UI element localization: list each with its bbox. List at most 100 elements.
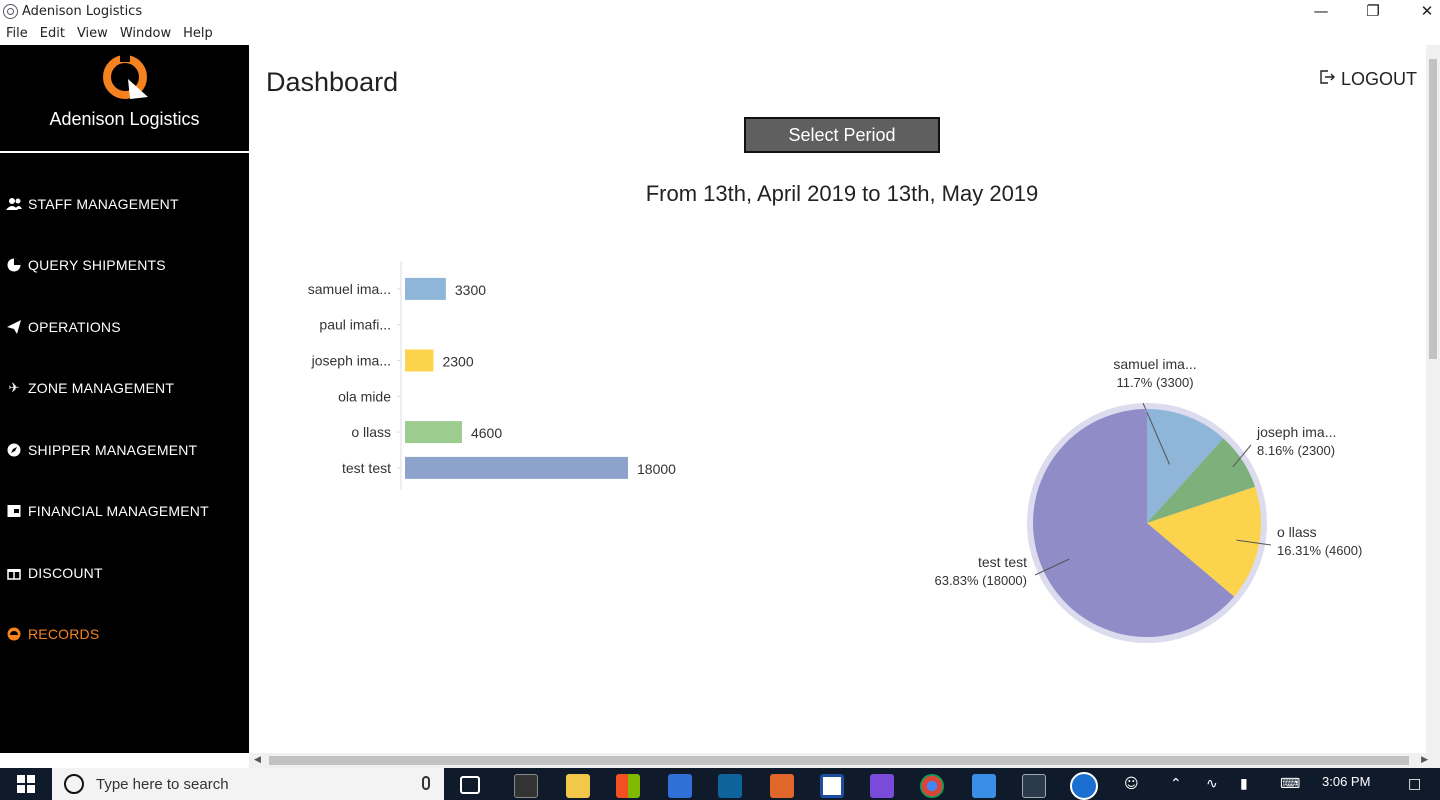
- taskbar-search[interactable]: Type here to search: [52, 768, 444, 800]
- vertical-scroll-thumb[interactable]: [1429, 59, 1437, 359]
- horizontal-scrollbar[interactable]: ◀ ▶: [249, 753, 1440, 768]
- sidebar-item-financial-management[interactable]: FINANCIAL MANAGEMENT: [6, 500, 209, 522]
- clock-time: 3:06 PM: [1322, 774, 1371, 789]
- sidebar: Adenison Logistics STAFF MANAGEMENT QUER…: [0, 45, 249, 753]
- pie-icon: [6, 257, 22, 273]
- logout-label: LOGOUT: [1340, 69, 1417, 89]
- sidebar-item-operations[interactable]: OPERATIONS: [6, 316, 121, 338]
- bar-value-label: 18000: [637, 461, 676, 477]
- logout-button[interactable]: LOGOUT: [1319, 69, 1417, 90]
- app-icon-square[interactable]: [820, 774, 844, 798]
- pie-slice-value-label: 8.16% (2300): [1257, 443, 1335, 458]
- chrome-icon[interactable]: [920, 774, 944, 798]
- pie-slice-label: samuel ima...: [1113, 356, 1196, 372]
- bar-category-label: samuel ima...: [308, 281, 391, 297]
- pie-slice-value-label: 16.31% (4600): [1277, 543, 1362, 558]
- sidebar-item-records[interactable]: RECORDS: [6, 623, 99, 645]
- period-range-text: From 13th, April 2019 to 13th, May 2019: [645, 181, 1039, 206]
- microphone-icon[interactable]: [422, 776, 430, 790]
- close-icon[interactable]: ✕: [1404, 0, 1440, 22]
- store-icon[interactable]: [616, 774, 640, 798]
- bar-category-label: ola mide: [338, 388, 391, 404]
- sidebar-item-label: OPERATIONS: [28, 319, 121, 335]
- bar: [405, 456, 628, 479]
- file-explorer-icon[interactable]: [566, 774, 590, 798]
- sidebar-item-label: QUERY SHIPMENTS: [28, 257, 166, 273]
- notifications-icon[interactable]: □: [1408, 768, 1421, 800]
- pie-slice-value-label: 11.7% (3300): [1116, 375, 1193, 390]
- sidebar-item-query-shipments[interactable]: QUERY SHIPMENTS: [6, 254, 166, 276]
- app-icon-w[interactable]: [972, 774, 996, 798]
- pie-chart: samuel ima... 11.7% (3300) joseph ima... 8.…: [934, 356, 1362, 643]
- wallet-icon: [6, 503, 22, 519]
- bar-value-label: 3300: [455, 282, 486, 298]
- keyboard-icon[interactable]: ⌨: [1280, 768, 1300, 800]
- bar-category-label: test test: [342, 460, 391, 476]
- sidebar-item-label: STAFF MANAGEMENT: [28, 196, 179, 212]
- select-period-button[interactable]: Select Period: [744, 117, 940, 153]
- sidebar-item-label: FINANCIAL MANAGEMENT: [28, 503, 209, 519]
- menubar: File Edit View Window Help: [0, 22, 1440, 45]
- menu-view[interactable]: View: [71, 26, 114, 41]
- help-icon[interactable]: [1070, 772, 1098, 800]
- sidebar-item-shipper-management[interactable]: SHIPPER MANAGEMENT: [6, 439, 197, 461]
- bar: [405, 277, 446, 300]
- bar: [405, 421, 462, 444]
- bar-category-label: paul imafi...: [319, 317, 391, 333]
- start-button[interactable]: [0, 768, 52, 800]
- electron-app-icon[interactable]: [1022, 774, 1046, 798]
- pie-slice-value-label: 63.83% (18000): [934, 573, 1027, 588]
- task-view-icon[interactable]: [460, 776, 480, 794]
- brand-logo: [103, 54, 148, 99]
- restore-icon[interactable]: ❐: [1350, 0, 1396, 22]
- sidebar-item-label: RECORDS: [28, 626, 100, 642]
- menu-file[interactable]: File: [0, 26, 34, 41]
- window-titlebar: Adenison Logistics — ❐ ✕: [0, 0, 1440, 22]
- bar-chart: samuel ima... 3300 paul imafi... joseph ima…: [308, 261, 676, 490]
- users-icon: [6, 196, 22, 212]
- window-title: Adenison Logistics: [22, 3, 143, 19]
- app-icon-purple[interactable]: [870, 774, 894, 798]
- search-icon: [64, 774, 84, 794]
- app-icon-blue[interactable]: [668, 774, 692, 798]
- horizontal-scroll-thumb[interactable]: [269, 756, 1409, 765]
- sidebar-item-staff-management[interactable]: STAFF MANAGEMENT: [6, 193, 179, 215]
- menu-help[interactable]: Help: [177, 26, 219, 41]
- taskbar-search-placeholder: Type here to search: [96, 775, 229, 793]
- windows-icon: [17, 775, 35, 793]
- people-icon[interactable]: ☺: [1124, 768, 1139, 800]
- bar-value-label: 4600: [471, 425, 502, 441]
- brand-name: Adenison Logistics: [49, 109, 200, 129]
- scroll-left-icon[interactable]: ◀: [254, 753, 261, 768]
- terminal-icon[interactable]: [514, 774, 538, 798]
- brand-area: Adenison Logistics: [0, 45, 249, 153]
- logout-icon: [1319, 69, 1335, 90]
- sidebar-item-label: SHIPPER MANAGEMENT: [28, 442, 198, 458]
- vscode-icon[interactable]: [718, 774, 742, 798]
- paper-plane-icon: [6, 319, 22, 335]
- vertical-scrollbar[interactable]: [1426, 45, 1440, 753]
- bar: [405, 349, 434, 372]
- app-icon: [3, 3, 18, 19]
- compass-icon: [6, 442, 22, 458]
- minimize-icon[interactable]: —: [1298, 0, 1344, 22]
- taskbar: Type here to search ☺ ⌃ ∿ ▮ ⌨ 3:06 PM □: [0, 768, 1440, 800]
- sidebar-item-label: DISCOUNT: [28, 565, 103, 581]
- bar-category-label: o llass: [351, 424, 391, 440]
- tray-chevron-icon[interactable]: ⌃: [1170, 768, 1182, 800]
- pie-slice-label: joseph ima...: [1256, 424, 1336, 440]
- sidebar-item-discount[interactable]: DISCOUNT: [6, 562, 103, 584]
- menu-window[interactable]: Window: [114, 26, 177, 41]
- sidebar-item-label: ZONE MANAGEMENT: [28, 380, 175, 396]
- bar-category-label: joseph ima...: [311, 353, 391, 369]
- wifi-icon[interactable]: ∿: [1206, 768, 1218, 800]
- airplane-icon: ✈: [8, 380, 20, 395]
- battery-icon[interactable]: ▮: [1240, 768, 1248, 800]
- app-icon-orange[interactable]: [770, 774, 794, 798]
- bar-value-label: 2300: [442, 354, 473, 370]
- menu-edit[interactable]: Edit: [34, 26, 71, 41]
- sidebar-item-zone-management[interactable]: ✈ ZONE MANAGEMENT: [6, 377, 174, 399]
- main-content: Dashboard LOGOUT Select Period From 13th…: [249, 45, 1426, 753]
- scroll-right-icon[interactable]: ▶: [1421, 753, 1428, 768]
- gift-icon: [6, 565, 22, 581]
